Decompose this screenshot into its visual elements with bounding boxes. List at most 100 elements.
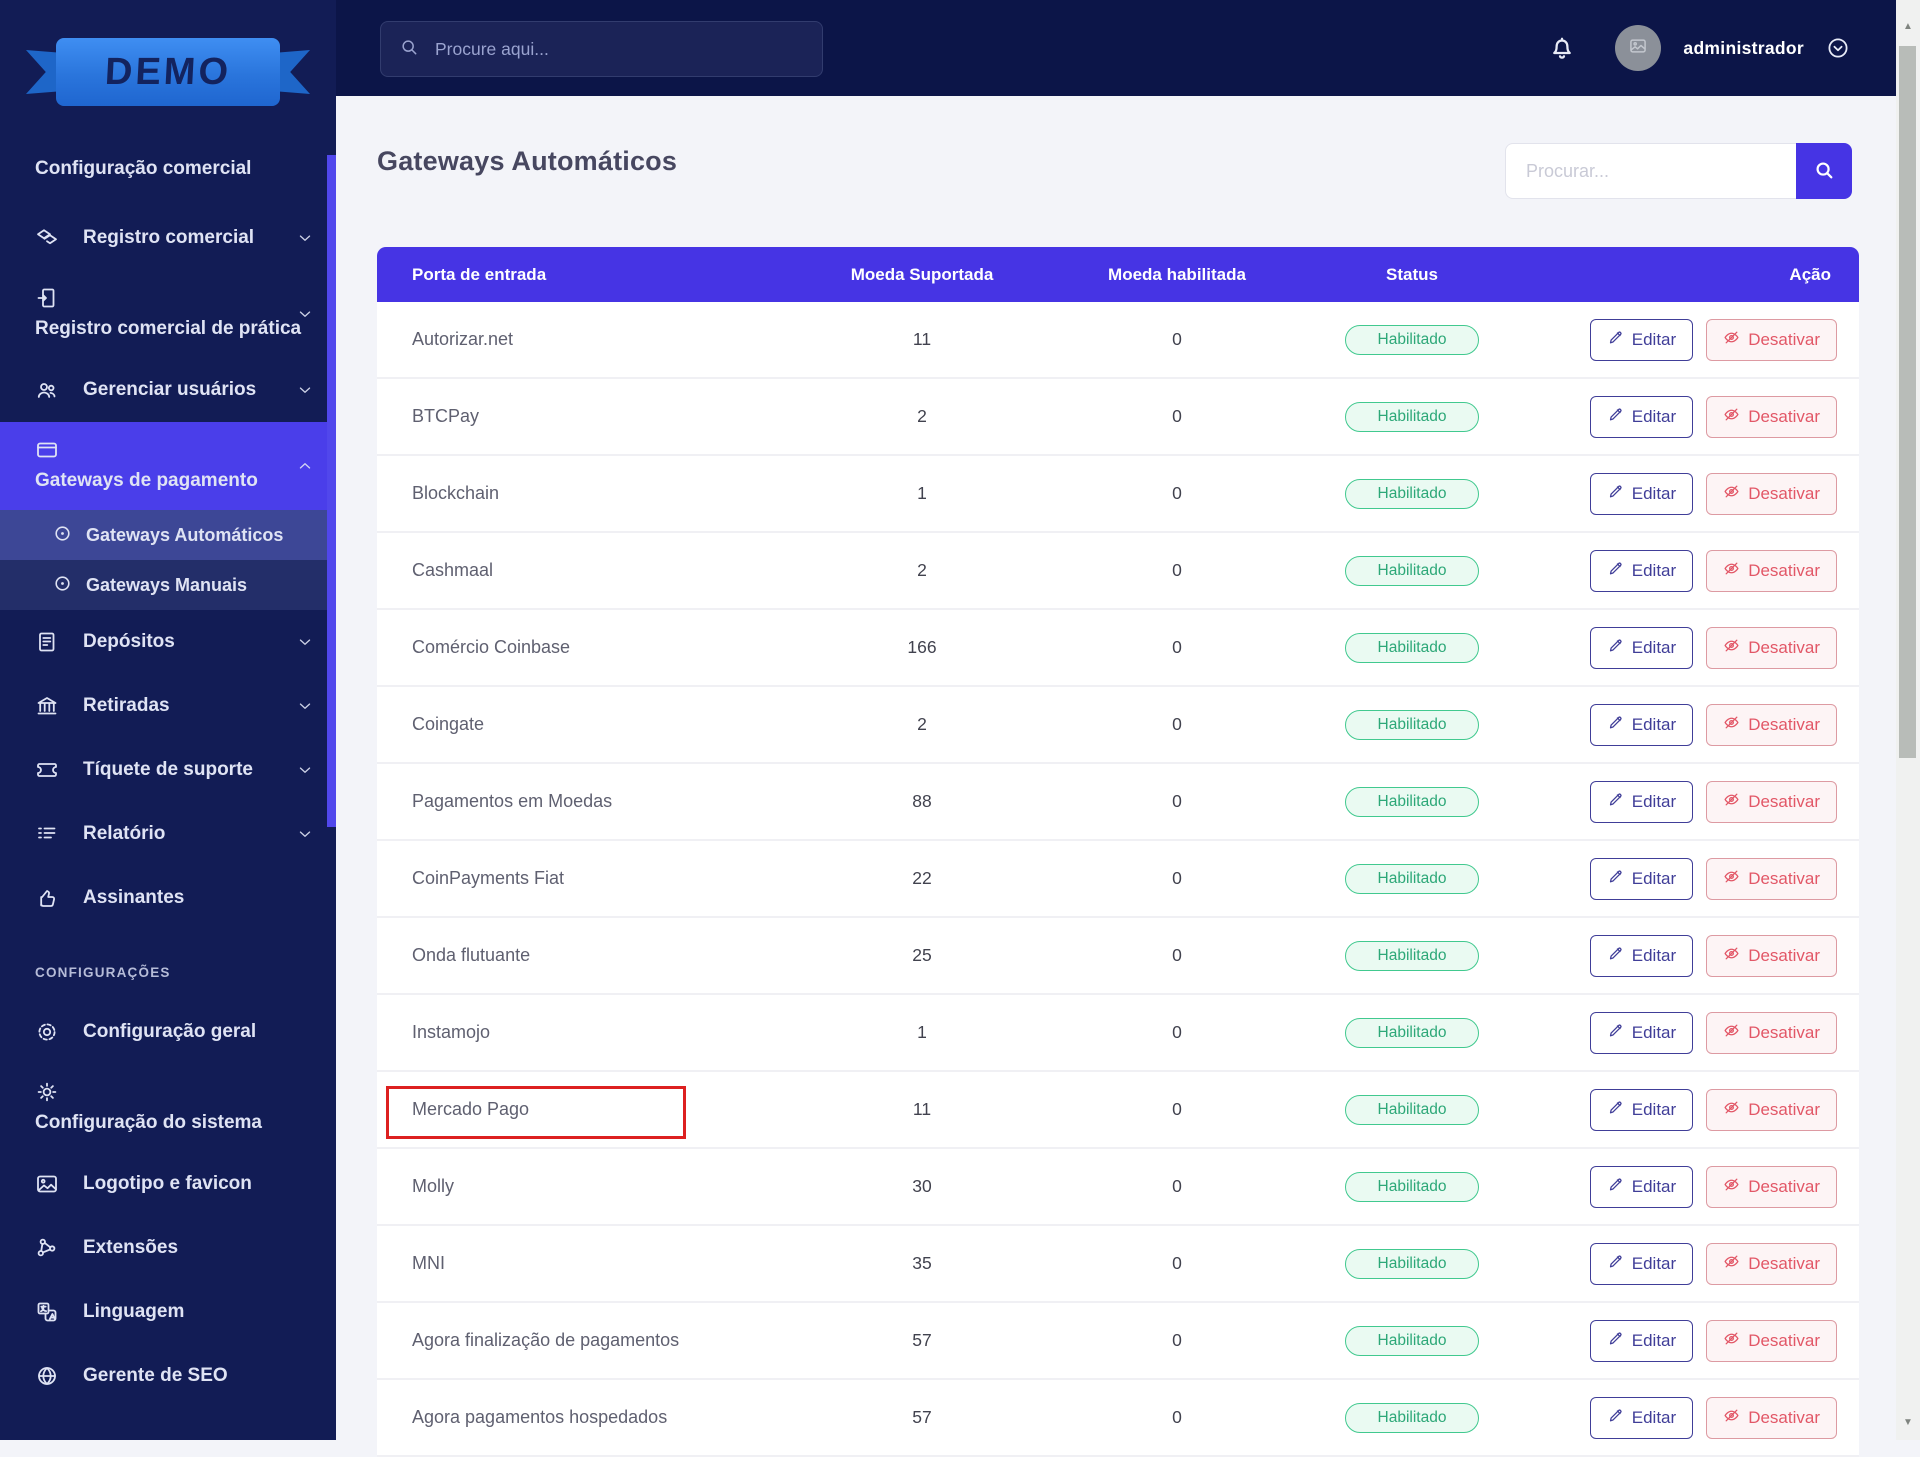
actions-cell: Editar Desativar bbox=[1557, 857, 1859, 900]
status-badge: Habilitado bbox=[1345, 1402, 1479, 1433]
status-cell: Habilitado bbox=[1267, 1017, 1557, 1048]
status-badge: Habilitado bbox=[1345, 786, 1479, 817]
edit-button[interactable]: Editar bbox=[1589, 780, 1694, 823]
sidebar-item-extensoes[interactable]: Extensões bbox=[0, 1216, 336, 1280]
enabled-currency-cell: 0 bbox=[1172, 406, 1182, 426]
sidebar-item-registro-comercial[interactable]: Registro comercial bbox=[0, 206, 336, 270]
disable-button[interactable]: Desativar bbox=[1706, 1088, 1837, 1131]
sidebar-item-assinantes[interactable]: Assinantes bbox=[0, 866, 336, 930]
chevron-down-icon bbox=[296, 229, 314, 247]
edit-button[interactable]: Editar bbox=[1589, 472, 1694, 515]
pencil-icon bbox=[1607, 1330, 1624, 1352]
table-body: Autorizar.net 11 0 Habilitado Editar Des… bbox=[377, 302, 1859, 1457]
edit-button[interactable]: Editar bbox=[1589, 857, 1694, 900]
status-badge: Habilitado bbox=[1345, 555, 1479, 586]
disable-button[interactable]: Desativar bbox=[1706, 472, 1837, 515]
supported-currency-cell: 2 bbox=[917, 714, 927, 734]
bank-icon bbox=[35, 694, 59, 718]
table-row: Molly 30 0 Habilitado Editar Desativar bbox=[377, 1149, 1859, 1226]
sidebar-item-label: Gerente de SEO bbox=[83, 1365, 228, 1386]
user-menu-chevron-icon[interactable] bbox=[1826, 36, 1850, 60]
edit-button[interactable]: Editar bbox=[1589, 1242, 1694, 1285]
notifications-bell-icon[interactable] bbox=[1547, 33, 1577, 63]
pencil-icon bbox=[1607, 483, 1624, 505]
door-icon bbox=[35, 286, 59, 310]
supported-currency-cell: 88 bbox=[912, 791, 932, 811]
table-search-input[interactable] bbox=[1505, 143, 1796, 199]
disable-button[interactable]: Desativar bbox=[1706, 1319, 1837, 1362]
sidebar-item-configuracao-do-sistema[interactable]: Configuração do sistema bbox=[0, 1064, 336, 1152]
edit-button[interactable]: Editar bbox=[1589, 318, 1694, 361]
edit-button[interactable]: Editar bbox=[1589, 395, 1694, 438]
eye-slash-icon bbox=[1723, 945, 1740, 967]
disable-button[interactable]: Desativar bbox=[1706, 857, 1837, 900]
disable-button[interactable]: Desativar bbox=[1706, 549, 1837, 592]
actions-cell: Editar Desativar bbox=[1557, 780, 1859, 823]
disable-button[interactable]: Desativar bbox=[1706, 934, 1837, 977]
sidebar-item-configuracao-comercial[interactable]: Configuração comercial bbox=[0, 132, 336, 206]
enabled-currency-cell: 0 bbox=[1172, 791, 1182, 811]
sidebar-menu: Configuração comercial Registro comercia… bbox=[0, 110, 336, 1408]
eye-slash-icon bbox=[1723, 637, 1740, 659]
edit-button[interactable]: Editar bbox=[1589, 1088, 1694, 1131]
sidebar-item-registro-comercial-de-pratica[interactable]: Registro comercial de prática bbox=[0, 270, 336, 358]
sidebar-item-label: Assinantes bbox=[83, 887, 185, 908]
topbar-search-input[interactable] bbox=[433, 37, 804, 61]
disable-button[interactable]: Desativar bbox=[1706, 1396, 1837, 1439]
pencil-icon bbox=[1607, 637, 1624, 659]
edit-button[interactable]: Editar bbox=[1589, 1319, 1694, 1362]
enabled-currency-cell: 0 bbox=[1172, 945, 1182, 965]
status-cell: Habilitado bbox=[1267, 555, 1557, 586]
edit-button[interactable]: Editar bbox=[1589, 549, 1694, 592]
sidebar-scrollbar-thumb[interactable] bbox=[327, 155, 336, 827]
sidebar-item-gateways-automaticos[interactable]: Gateways Automáticos bbox=[0, 510, 336, 560]
sidebar-item-retiradas[interactable]: Retiradas bbox=[0, 674, 336, 738]
sidebar-item-gerenciar-usuarios[interactable]: Gerenciar usuários bbox=[0, 358, 336, 422]
sidebar-item-linguagem[interactable]: Linguagem bbox=[0, 1280, 336, 1344]
table-row: Onda flutuante 25 0 Habilitado Editar De… bbox=[377, 918, 1859, 995]
topbar-search bbox=[380, 21, 823, 77]
edit-button[interactable]: Editar bbox=[1589, 1396, 1694, 1439]
scroll-down-arrow-icon[interactable]: ▼ bbox=[1896, 1410, 1920, 1434]
gateway-name-cell: CoinPayments Fiat bbox=[412, 868, 565, 888]
disable-button[interactable]: Desativar bbox=[1706, 1165, 1837, 1208]
disable-button[interactable]: Desativar bbox=[1706, 626, 1837, 669]
sidebar-item-gateways-de-pagamento[interactable]: Gateways de pagamento bbox=[0, 422, 336, 510]
disable-button[interactable]: Desativar bbox=[1706, 395, 1837, 438]
disable-button[interactable]: Desativar bbox=[1706, 780, 1837, 823]
disable-button[interactable]: Desativar bbox=[1706, 1011, 1837, 1054]
status-badge: Habilitado bbox=[1345, 1171, 1479, 1202]
edit-button[interactable]: Editar bbox=[1589, 934, 1694, 977]
sidebar-item-tiquete-de-suporte[interactable]: Tíquete de suporte bbox=[0, 738, 336, 802]
status-cell: Habilitado bbox=[1267, 1325, 1557, 1356]
table-row: Mercado Pago 11 0 Habilitado Editar Desa… bbox=[377, 1072, 1859, 1149]
status-cell: Habilitado bbox=[1267, 709, 1557, 740]
disable-button[interactable]: Desativar bbox=[1706, 1242, 1837, 1285]
topbar: administrador bbox=[336, 0, 1896, 96]
status-cell: Habilitado bbox=[1267, 401, 1557, 432]
sidebar-item-logotipo-e-favicon[interactable]: Logotipo e favicon bbox=[0, 1152, 336, 1216]
page-scrollbar[interactable]: ▲ ▼ bbox=[1896, 0, 1920, 1440]
col-status: Status bbox=[1386, 264, 1438, 284]
disable-button[interactable]: Desativar bbox=[1706, 318, 1837, 361]
actions-cell: Editar Desativar bbox=[1557, 1165, 1859, 1208]
sidebar-item-configuracao-geral[interactable]: Configuração geral bbox=[0, 1000, 336, 1064]
edit-button[interactable]: Editar bbox=[1589, 703, 1694, 746]
scroll-up-arrow-icon[interactable]: ▲ bbox=[1896, 14, 1920, 38]
page-scrollbar-thumb[interactable] bbox=[1899, 46, 1916, 758]
sidebar-item-depositos[interactable]: Depósitos bbox=[0, 610, 336, 674]
status-cell: Habilitado bbox=[1267, 1171, 1557, 1202]
sidebar-item-relatorio[interactable]: Relatório bbox=[0, 802, 336, 866]
sidebar-item-label: Linguagem bbox=[83, 1301, 185, 1322]
sidebar-item-gerente-de-seo[interactable]: Gerente de SEO bbox=[0, 1344, 336, 1408]
sidebar-item-gateways-manuais[interactable]: Gateways Manuais bbox=[0, 560, 336, 610]
disable-button[interactable]: Desativar bbox=[1706, 703, 1837, 746]
table-search-button[interactable] bbox=[1796, 143, 1852, 199]
table-row: Comércio Coinbase 166 0 Habilitado Edita… bbox=[377, 610, 1859, 687]
gateway-name-cell: BTCPay bbox=[412, 406, 480, 426]
edit-button[interactable]: Editar bbox=[1589, 1165, 1694, 1208]
sidebar-item-label: Retiradas bbox=[83, 695, 170, 716]
edit-button[interactable]: Editar bbox=[1589, 1011, 1694, 1054]
edit-button[interactable]: Editar bbox=[1589, 626, 1694, 669]
avatar[interactable] bbox=[1615, 25, 1662, 71]
